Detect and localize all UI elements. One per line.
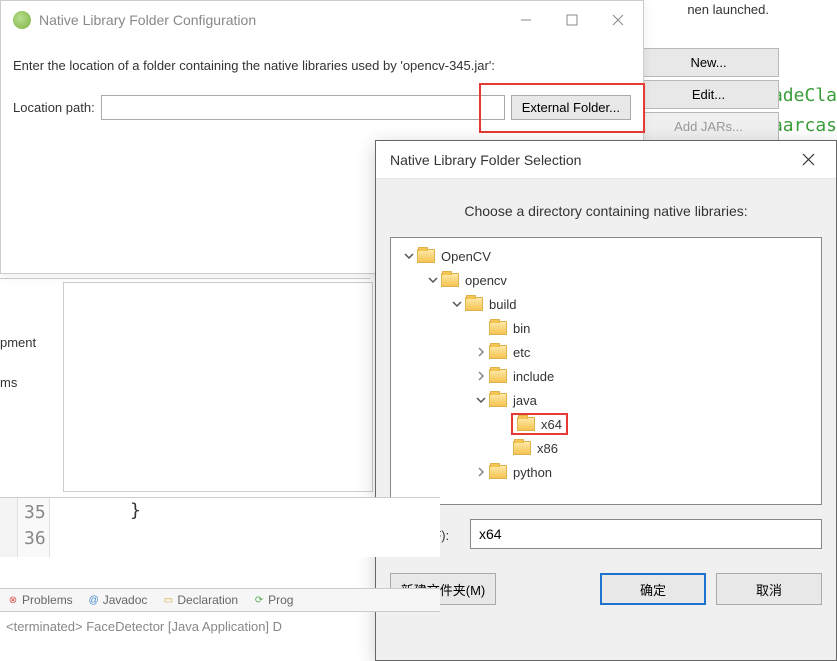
bg-sidebar-fragment-2: ms — [0, 375, 17, 390]
tab-problems[interactable]: ⊗Problems — [6, 593, 73, 607]
folder-icon — [441, 273, 459, 287]
new-button[interactable]: New... — [638, 48, 779, 77]
ok-button[interactable]: 确定 — [600, 573, 706, 605]
external-folder-button[interactable]: External Folder... — [511, 95, 631, 120]
line-number-gutter: 35 36 — [18, 498, 50, 557]
bg-code-fragment-1: adeCla — [772, 85, 837, 106]
tree-item-label: python — [513, 465, 552, 480]
folder-icon — [465, 297, 483, 311]
edit-button[interactable]: Edit... — [638, 80, 779, 109]
bg-sidebar-fragment-1: pment — [0, 335, 36, 350]
folder-icon — [489, 345, 507, 359]
chevron-down-icon[interactable] — [401, 248, 417, 264]
folder-icon — [489, 393, 507, 407]
bg-launched-text: nen launched. — [687, 2, 769, 17]
tree-item-label: opencv — [465, 273, 507, 288]
line-number: 36 — [18, 526, 49, 552]
folder-icon — [513, 441, 531, 455]
chevron-right-icon[interactable] — [473, 464, 489, 480]
tree-item-opencv[interactable]: OpenCV — [391, 244, 821, 268]
folder-tree[interactable]: OpenCV opencv build bin etc include java x64 x86… — [390, 237, 822, 505]
minimize-button[interactable] — [503, 5, 549, 35]
maximize-button[interactable] — [549, 5, 595, 35]
close-button[interactable] — [595, 5, 641, 35]
tree-item-label: x64 — [541, 417, 562, 432]
tree-item-label: bin — [513, 321, 530, 336]
dialog2-close-button[interactable] — [788, 145, 828, 175]
folder-icon — [417, 249, 435, 263]
folder-icon — [517, 417, 535, 431]
fold-gutter[interactable] — [0, 498, 18, 557]
dialog2-titlebar: Native Library Folder Selection — [376, 141, 836, 179]
folder-icon — [489, 369, 507, 383]
console-status-line: <terminated> FaceDetector [Java Applicat… — [0, 615, 440, 638]
tree-item-label: etc — [513, 345, 530, 360]
line-number: 35 — [18, 500, 49, 526]
dialog2-instruction: Choose a directory containing native lib… — [376, 179, 836, 237]
tree-item-opencv[interactable]: opencv — [391, 268, 821, 292]
tree-item-label: OpenCV — [441, 249, 491, 264]
tab-progress[interactable]: ⟳Prog — [252, 593, 293, 607]
chevron-down-icon[interactable] — [449, 296, 465, 312]
javadoc-icon: @ — [87, 593, 101, 607]
expander-blank — [497, 440, 513, 456]
tree-selected-highlight: x64 — [511, 413, 568, 435]
tree-item-x64[interactable]: x64 — [391, 412, 821, 436]
dialog1-title: Native Library Folder Configuration — [39, 12, 503, 28]
dialog1-titlebar: Native Library Folder Configuration — [1, 1, 643, 39]
problems-icon: ⊗ — [6, 593, 20, 607]
code-line: } — [50, 498, 141, 524]
tree-item-label: include — [513, 369, 554, 384]
eclipse-icon — [13, 11, 31, 29]
declaration-icon: ▭ — [161, 593, 175, 607]
chevron-right-icon[interactable] — [473, 344, 489, 360]
tree-item-java[interactable]: java — [391, 388, 821, 412]
tree-item-label: build — [489, 297, 516, 312]
tree-item-label: x86 — [537, 441, 558, 456]
chevron-down-icon[interactable] — [473, 392, 489, 408]
progress-icon: ⟳ — [252, 593, 266, 607]
cancel-button[interactable]: 取消 — [716, 573, 822, 605]
tree-item-bin[interactable]: bin — [391, 316, 821, 340]
bottom-tab-bar: ⊗Problems @Javadoc ▭Declaration ⟳Prog — [0, 588, 440, 612]
folder-icon — [489, 321, 507, 335]
add-jars-button[interactable]: Add JARs... — [638, 112, 779, 141]
tree-item-x86[interactable]: x86 — [391, 436, 821, 460]
location-path-label: Location path: — [13, 100, 95, 115]
tab-declaration[interactable]: ▭Declaration — [161, 593, 238, 607]
bg-panel — [63, 282, 373, 492]
dialog2-title: Native Library Folder Selection — [390, 152, 788, 168]
tree-item-label: java — [513, 393, 537, 408]
bg-divider — [0, 278, 370, 279]
dialog1-instruction: Enter the location of a folder containin… — [13, 57, 631, 75]
expander-blank — [473, 320, 489, 336]
tab-javadoc[interactable]: @Javadoc — [87, 593, 148, 607]
folder-icon — [489, 465, 507, 479]
native-library-selection-dialog: Native Library Folder Selection Choose a… — [375, 140, 837, 661]
tree-item-include[interactable]: include — [391, 364, 821, 388]
tree-item-etc[interactable]: etc — [391, 340, 821, 364]
bg-code-fragment-2: aarcas — [772, 115, 837, 136]
tree-item-python[interactable]: python — [391, 460, 821, 484]
folder-name-input[interactable] — [470, 519, 822, 549]
location-path-input[interactable] — [101, 95, 505, 120]
side-button-column: New... Edit... Add JARs... — [638, 48, 779, 141]
tree-item-build[interactable]: build — [391, 292, 821, 316]
chevron-down-icon[interactable] — [425, 272, 441, 288]
code-editor[interactable]: 35 36 } — [0, 497, 440, 557]
chevron-right-icon[interactable] — [473, 368, 489, 384]
